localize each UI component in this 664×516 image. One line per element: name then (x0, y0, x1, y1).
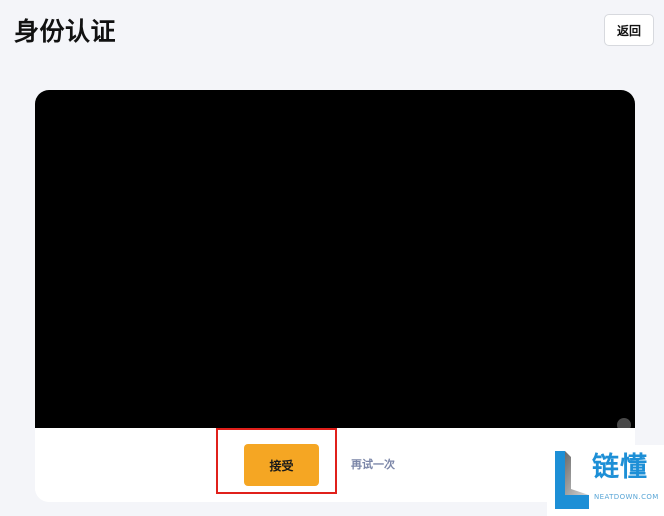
watermark: 链懂 NEATDOWN.COM (547, 445, 664, 516)
action-bar: 接受 再试一次 (35, 428, 635, 502)
back-button[interactable]: 返回 (604, 14, 654, 46)
retry-link[interactable]: 再试一次 (351, 457, 395, 473)
watermark-text: 链懂 (592, 452, 648, 483)
watermark-subtext: NEATDOWN.COM (594, 493, 659, 501)
letter-l-logo-icon (555, 451, 589, 509)
camera-card: 接受 再试一次 (35, 90, 635, 502)
page-title: 身份认证 (14, 17, 117, 46)
camera-preview (35, 90, 635, 432)
accept-button[interactable]: 接受 (244, 444, 319, 486)
